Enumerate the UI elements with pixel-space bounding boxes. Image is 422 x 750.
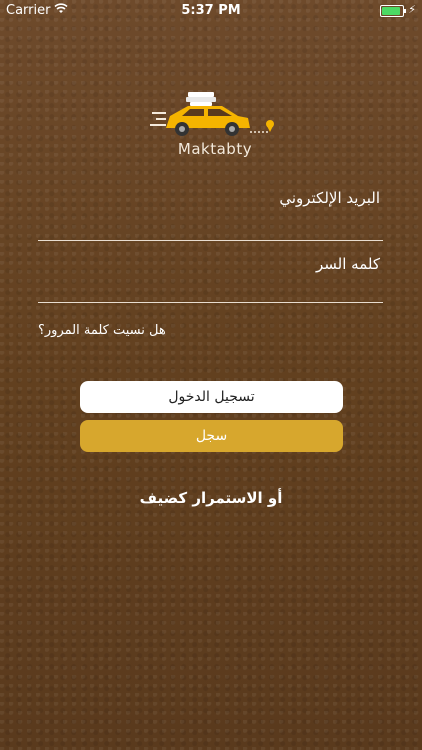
password-field[interactable]	[38, 302, 383, 303]
app-logo-text: Maktabty	[177, 140, 253, 158]
battery-tip	[404, 9, 406, 13]
login-button[interactable]: تسجيل الدخول	[80, 381, 343, 413]
forgot-password-link[interactable]: هل نسيت كلمة المرور؟	[38, 323, 166, 338]
status-bar: Carrier 5:37 PM ⚡	[0, 0, 422, 22]
register-button[interactable]: سجل	[80, 420, 343, 452]
battery-icon	[380, 5, 406, 17]
email-label: البريد الإلكتروني	[279, 189, 380, 207]
continue-as-guest-link[interactable]: أو الاستمرار كضيف	[0, 489, 422, 507]
password-label: كلمه السر	[316, 255, 380, 273]
email-field[interactable]	[38, 240, 383, 241]
clock: 5:37 PM	[181, 3, 241, 18]
battery-fill	[382, 7, 400, 15]
charging-bolt-icon: ⚡	[408, 3, 416, 16]
